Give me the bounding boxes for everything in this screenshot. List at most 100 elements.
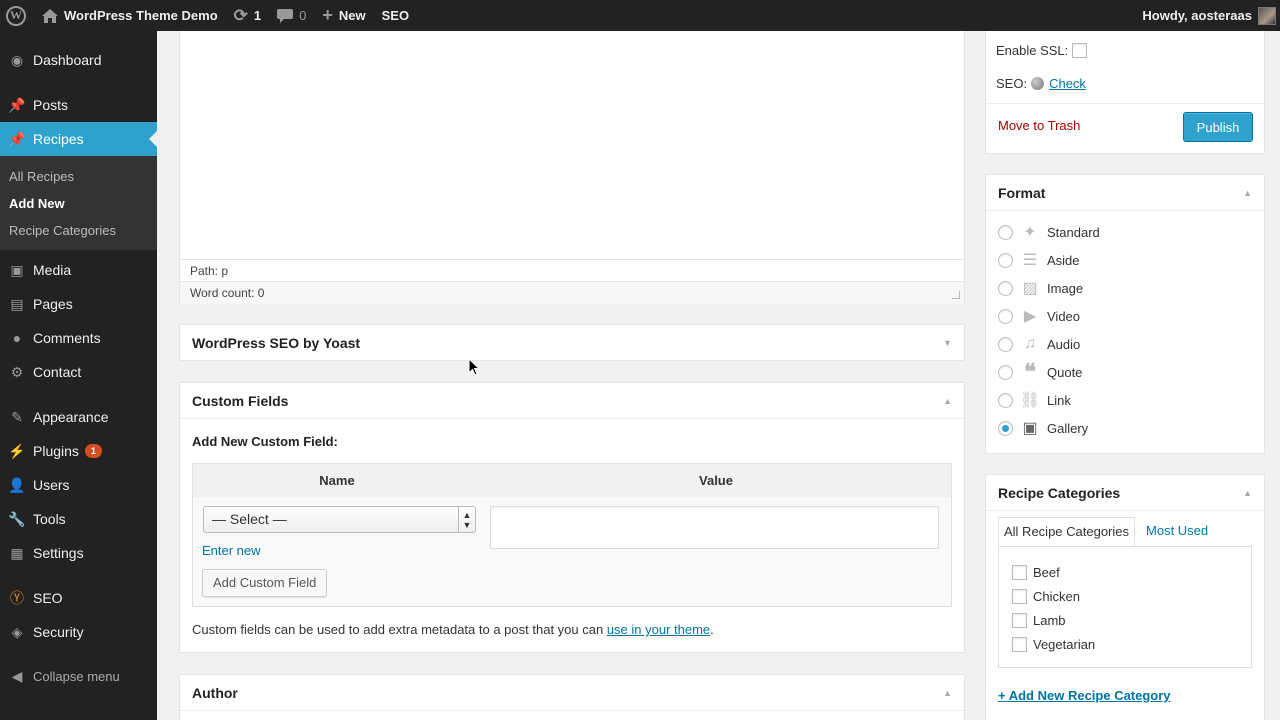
chevron-up-icon[interactable]: ▲ — [943, 688, 952, 698]
collapse-menu-button[interactable]: ◀ Collapse menu — [0, 659, 157, 693]
format-title: Format — [998, 184, 1046, 201]
sidebar-item-appearance[interactable]: ✎ Appearance — [0, 400, 157, 434]
category-item-vegetarian[interactable]: Vegetarian — [1012, 637, 1095, 652]
format-option-label: Audio — [1047, 336, 1081, 352]
format-radio[interactable] — [998, 364, 1013, 380]
submenu-add-new[interactable]: Add New — [0, 190, 157, 217]
category-item-chicken[interactable]: Chicken — [1012, 589, 1080, 604]
category-tabs: All Recipe Categories Most Used — [998, 517, 1213, 546]
sidebar-item-users[interactable]: 👤 Users — [0, 468, 157, 502]
tab-most-used[interactable]: Most Used — [1141, 517, 1213, 546]
recipe-categories-title: Recipe Categories — [998, 484, 1121, 501]
use-in-theme-link[interactable]: use in your theme — [607, 622, 710, 637]
category-label: Beef — [1033, 565, 1060, 580]
custom-field-key-select[interactable]: — Select — ▲ ▼ — [203, 506, 476, 533]
updates-count: 1 — [253, 8, 262, 23]
value-column-header: Value — [699, 473, 733, 488]
format-radio[interactable] — [998, 392, 1013, 408]
format-radio[interactable] — [998, 308, 1013, 324]
sidebar-item-settings[interactable]: ▦ Settings — [0, 536, 157, 570]
format-option-standard[interactable]: ✦ Standard — [998, 223, 1100, 241]
media-icon: ▣ — [10, 261, 24, 278]
sidebar-item-posts[interactable]: 📌 Posts — [0, 88, 157, 122]
category-item-beef[interactable]: Beef — [1012, 565, 1060, 580]
sidebar-item-recipes[interactable]: 📌 Recipes — [0, 122, 157, 156]
format-option-link[interactable]: ⛓ Link — [998, 391, 1071, 409]
avatar — [1258, 6, 1276, 25]
recipe-categories-header[interactable]: Recipe Categories ▲ — [986, 475, 1264, 511]
sidebar-item-tools[interactable]: 🔧 Tools — [0, 502, 157, 536]
chevron-up-icon[interactable]: ▲ — [1243, 188, 1252, 198]
wp-logo-button[interactable]: W — [0, 0, 34, 31]
sidebar-item-plugins[interactable]: ⚡ Plugins 1 — [0, 434, 157, 468]
wrench-icon: 🔧 — [8, 510, 26, 527]
image-icon: ▨ — [1022, 280, 1038, 297]
sidebar-item-label: SEO — [33, 590, 63, 606]
format-radio[interactable] — [998, 336, 1013, 352]
format-radio[interactable] — [998, 224, 1013, 240]
category-checkbox[interactable] — [1012, 613, 1027, 628]
sidebar-item-label: Plugins — [33, 443, 79, 459]
format-option-aside[interactable]: ☰ Aside — [998, 251, 1080, 269]
format-header[interactable]: Format ▲ — [986, 175, 1264, 211]
sidebar-item-dashboard[interactable]: ◉ Dashboard — [0, 43, 157, 77]
site-name-link[interactable]: WordPress Theme Demo — [34, 0, 226, 31]
format-option-quote[interactable]: ❝ Quote — [998, 359, 1083, 384]
gear-icon: ⚙ — [10, 363, 24, 380]
category-item-lamb[interactable]: Lamb — [1012, 613, 1066, 628]
sidebar-item-contact[interactable]: ⚙ Contact — [0, 355, 157, 389]
chevron-up-icon[interactable]: ▲ — [1243, 488, 1252, 498]
pushpin-icon: 📌 — [8, 130, 26, 147]
plus-icon: + — [322, 5, 333, 25]
pushpin-icon: 📌 — [8, 96, 26, 113]
custom-fields-header[interactable]: Custom Fields ▲ — [180, 383, 964, 419]
comments-link[interactable]: 0 — [269, 0, 314, 31]
recipe-categories-metabox: Recipe Categories ▲ All Recipe Categorie… — [985, 474, 1265, 720]
ssl-checkbox[interactable] — [1072, 43, 1088, 58]
custom-field-value-textarea[interactable] — [490, 506, 939, 549]
format-option-audio[interactable]: ♫ Audio — [998, 335, 1080, 353]
category-checklist: Beef Chicken Lamb Vegetarian — [998, 546, 1252, 668]
howdy-text: Howdy, aosteraas — [1142, 8, 1252, 23]
content-editor[interactable]: Path: p Word count: 0 — [179, 31, 965, 304]
comment-bubble-icon: ● — [12, 330, 22, 346]
sidebar-item-pages[interactable]: ▤ Pages — [0, 287, 157, 321]
category-checkbox[interactable] — [1012, 637, 1027, 652]
chevron-down-icon[interactable]: ▼ — [943, 338, 952, 348]
sidebar-item-seo[interactable]: Ⓨ SEO — [0, 581, 157, 615]
format-option-gallery[interactable]: ▣ Gallery — [998, 419, 1088, 437]
seo-menu-link[interactable]: SEO — [374, 0, 417, 31]
format-option-image[interactable]: ▨ Image — [998, 279, 1083, 297]
submenu-recipe-categories[interactable]: Recipe Categories — [0, 217, 157, 244]
enter-new-link[interactable]: Enter new — [202, 543, 261, 558]
format-radio[interactable] — [998, 280, 1013, 296]
author-metabox-header[interactable]: Author ▲ — [180, 675, 964, 711]
sidebar-item-media[interactable]: ▣ Media — [0, 253, 157, 287]
seo-metabox-header[interactable]: WordPress SEO by Yoast ▼ — [180, 325, 964, 361]
format-option-label: Quote — [1047, 364, 1083, 380]
seo-check-link[interactable]: Check — [1049, 76, 1086, 91]
updates-link[interactable]: ⟳ 1 — [226, 0, 269, 31]
chevron-up-icon[interactable]: ▲ — [943, 396, 952, 406]
home-icon — [42, 8, 58, 23]
move-to-trash-link[interactable]: Move to Trash — [998, 118, 1080, 133]
new-content-link[interactable]: + New — [314, 0, 373, 31]
sidebar-item-comments[interactable]: ● Comments — [0, 321, 157, 355]
sidebar-item-label: Contact — [33, 364, 82, 380]
account-menu[interactable]: Howdy, aosteraas — [1134, 0, 1280, 31]
category-checkbox[interactable] — [1012, 565, 1027, 580]
category-checkbox[interactable] — [1012, 589, 1027, 604]
format-option-video[interactable]: ▶ Video — [998, 307, 1080, 325]
format-radio-selected[interactable] — [998, 420, 1013, 436]
sidebar-item-label: Dashboard — [33, 52, 102, 68]
tab-all-recipe-categories[interactable]: All Recipe Categories — [998, 517, 1136, 546]
add-new-recipe-category-link[interactable]: + Add New Recipe Category — [998, 688, 1171, 703]
collapse-arrow-icon: ◀ — [11, 667, 23, 684]
publish-button[interactable]: Publish — [1183, 112, 1253, 142]
format-radio[interactable] — [998, 252, 1013, 268]
add-custom-field-button[interactable]: Add Custom Field — [202, 569, 328, 597]
submenu-all-recipes[interactable]: All Recipes — [0, 163, 157, 190]
sidebar-item-security[interactable]: ◈ Security — [0, 615, 157, 649]
collapse-menu-label: Collapse menu — [33, 668, 120, 684]
resize-handle[interactable] — [952, 291, 960, 299]
